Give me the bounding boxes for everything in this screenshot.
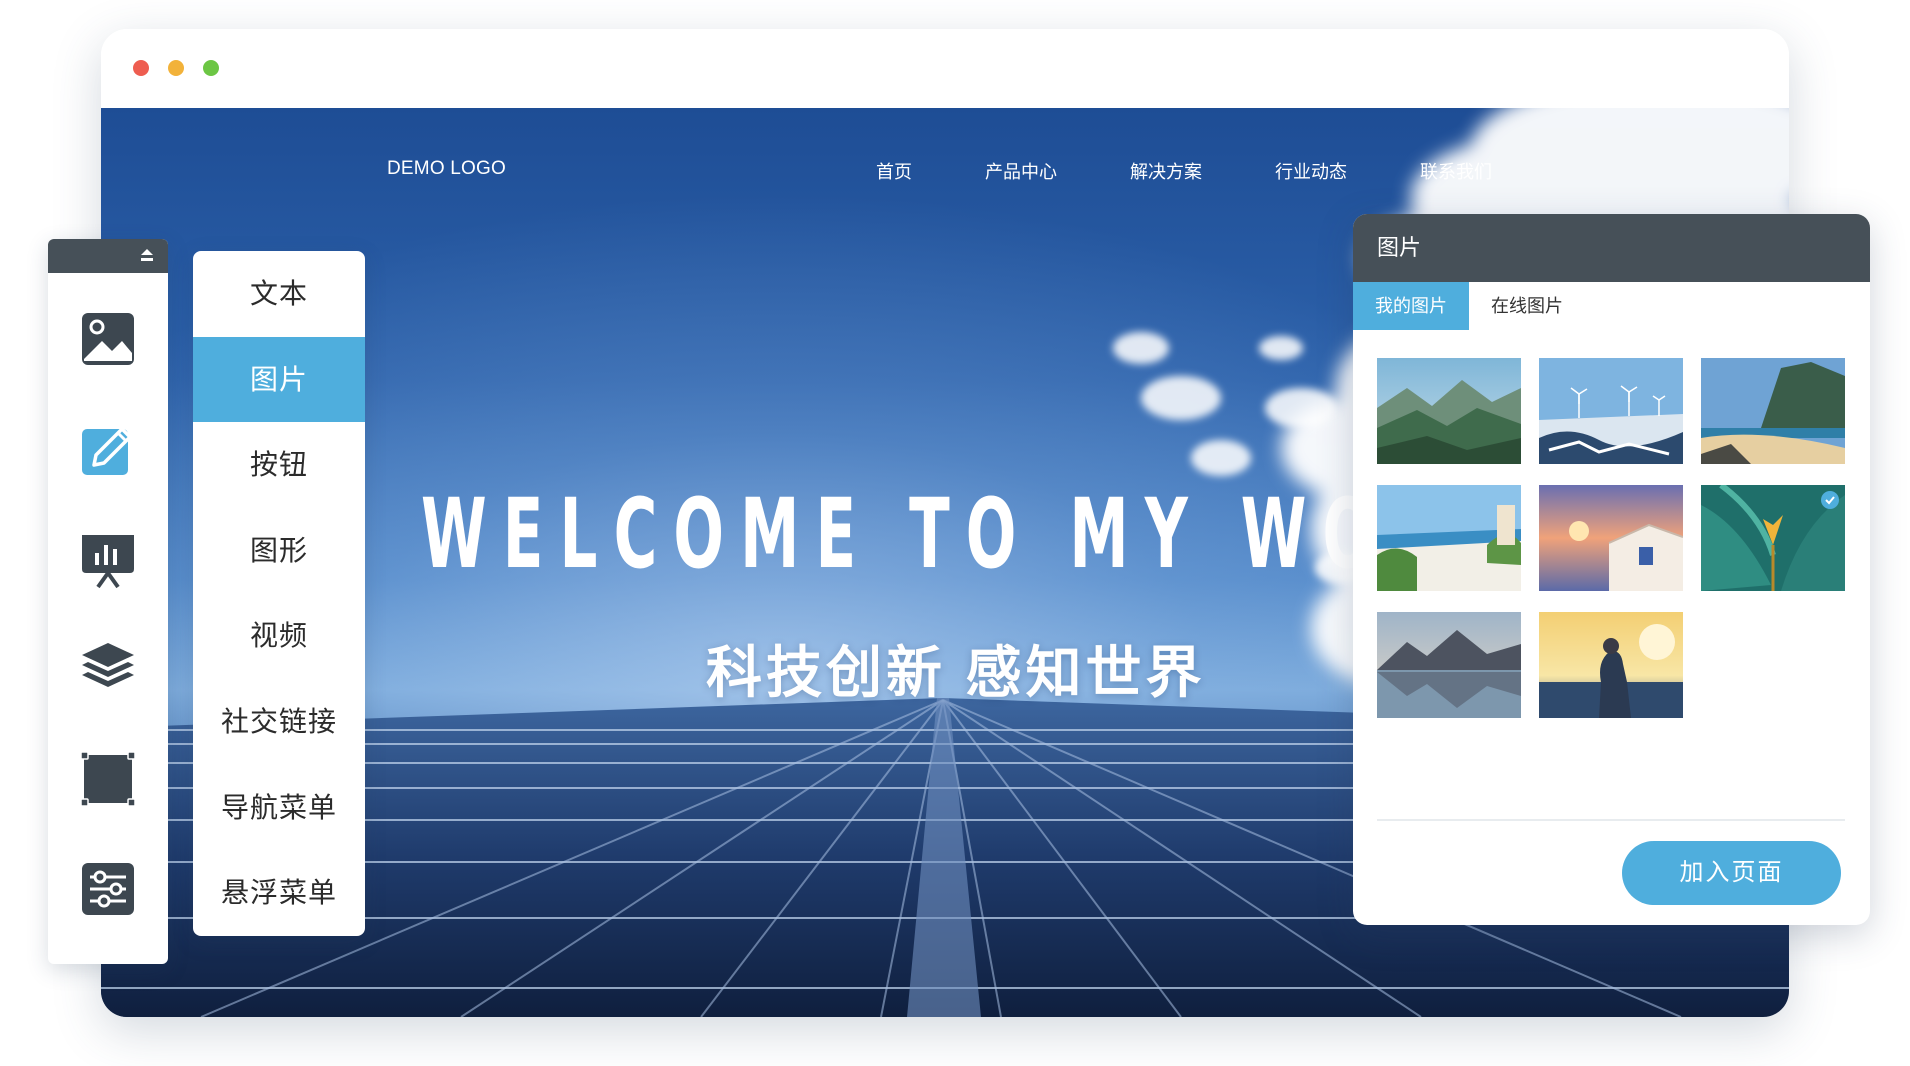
menu-item-button[interactable]: 按钮: [193, 422, 365, 508]
image-thumb-mountains[interactable]: [1377, 358, 1521, 464]
element-menu: 文本 图片 按钮 图形 视频 社交链接 导航菜单 悬浮菜单: [193, 251, 365, 936]
sliders-icon[interactable]: [78, 859, 138, 919]
image-thumb-tropical-leaves[interactable]: [1701, 485, 1845, 591]
menu-item-nav-menu[interactable]: 导航菜单: [193, 765, 365, 851]
panel-title: 图片: [1353, 214, 1870, 282]
tab-my-images[interactable]: 我的图片: [1353, 282, 1469, 330]
menu-item-text[interactable]: 文本: [193, 251, 365, 337]
hero-subheadline: 科技创新 感知世界: [706, 641, 1206, 704]
minimize-window-button[interactable]: [168, 60, 184, 76]
square-frame-icon[interactable]: [78, 749, 138, 809]
nav-item-products[interactable]: 产品中心: [985, 158, 1057, 184]
site-logo[interactable]: DEMO LOGO: [387, 158, 506, 180]
nav-item-contact[interactable]: 联系我们: [1420, 158, 1492, 184]
menu-item-video[interactable]: 视频: [193, 593, 365, 679]
tab-online-images[interactable]: 在线图片: [1469, 282, 1585, 330]
panel-tabs: 我的图片 在线图片: [1353, 282, 1870, 330]
image-thumb-white-terrace[interactable]: [1377, 485, 1521, 591]
image-thumb-lake-mountains[interactable]: [1377, 612, 1521, 718]
menu-item-image[interactable]: 图片: [193, 336, 365, 423]
site-nav: 首页 产品中心 解决方案 行业动态 联系我们: [876, 158, 1565, 184]
pencil-icon[interactable]: [78, 419, 138, 479]
menu-item-social-links[interactable]: 社交链接: [193, 679, 365, 765]
panel-divider: [1377, 819, 1845, 821]
layers-icon[interactable]: [78, 637, 138, 697]
tool-sidebar-header: [48, 239, 168, 273]
menu-item-floating-menu[interactable]: 悬浮菜单: [193, 850, 365, 936]
image-thumb-wind-turbines[interactable]: [1539, 358, 1683, 464]
title-bar: [101, 29, 1789, 108]
image-icon[interactable]: [78, 309, 138, 369]
nav-item-home[interactable]: 首页: [876, 158, 912, 184]
close-window-button[interactable]: [133, 60, 149, 76]
selected-check-icon: [1821, 491, 1839, 509]
stage: DEMO LOGO 首页 产品中心 解决方案 行业动态 联系我们 WELCOME…: [0, 0, 1910, 1066]
image-thumb-sunset-photographer[interactable]: [1539, 612, 1683, 718]
maximize-window-button[interactable]: [203, 60, 219, 76]
collapse-icon[interactable]: [138, 246, 156, 266]
tool-sidebar: [48, 239, 168, 964]
nav-item-solutions[interactable]: 解决方案: [1130, 158, 1202, 184]
presentation-chart-icon[interactable]: [78, 529, 138, 589]
image-panel: 图片 我的图片 在线图片 加入页面: [1353, 214, 1870, 925]
nav-item-news[interactable]: 行业动态: [1275, 158, 1347, 184]
image-thumb-sunset-house[interactable]: [1539, 485, 1683, 591]
menu-item-shape[interactable]: 图形: [193, 508, 365, 594]
image-thumb-coast-cliffs[interactable]: [1701, 358, 1845, 464]
add-to-page-button[interactable]: 加入页面: [1622, 841, 1841, 905]
